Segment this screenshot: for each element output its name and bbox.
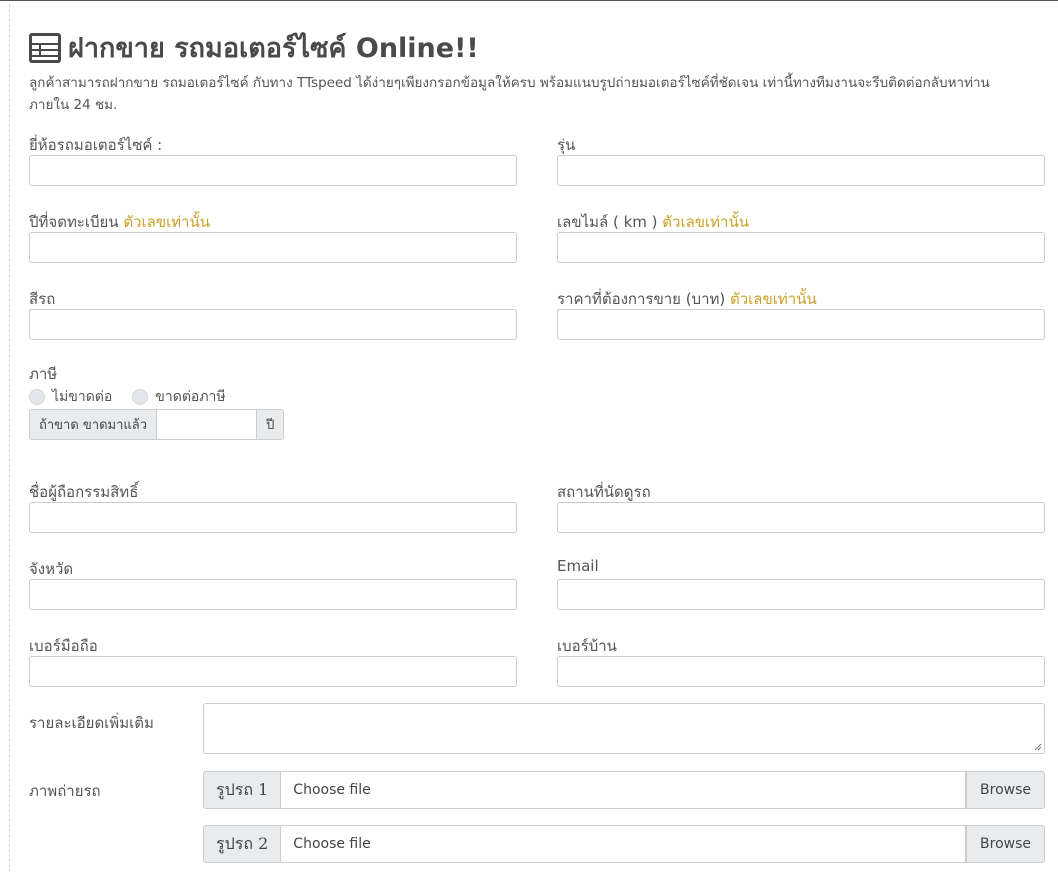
intro-line-1: ลูกค้าสามารถฝากขาย รถมอเตอร์ไซค์ กับทาง … — [29, 75, 990, 91]
price-input[interactable] — [557, 309, 1045, 340]
tax-lapsed-years-group: ถ้าขาด ขาดมาแล้ว ปี — [29, 409, 285, 440]
tax-lapsed-radio[interactable] — [132, 389, 149, 405]
left-dashed-guide — [9, 4, 10, 872]
tax-lapsed-label: ขาดต่อภาษี — [155, 389, 226, 405]
province-input[interactable] — [29, 579, 517, 610]
photo-1-browse-button[interactable]: Browse — [966, 771, 1045, 809]
photo-1-file-input[interactable]: Choose file — [281, 771, 967, 809]
tax-label: ภาษี — [29, 365, 58, 383]
model-input[interactable] — [557, 155, 1045, 186]
location-input[interactable] — [557, 502, 1045, 533]
details-label: รายละเอียดเพิ่มเติม — [29, 714, 154, 732]
details-textarea[interactable] — [203, 703, 1045, 754]
color-label: สีรถ — [29, 290, 56, 308]
price-label: ราคาที่ต้องการขาย (บาท) ตัวเลขเท่านั้น — [557, 287, 817, 311]
photo-1-prefix: รูปรถ 1 — [203, 771, 282, 809]
tax-lapsed-suffix: ปี — [257, 409, 285, 440]
year-label: ปีที่จดทะเบียน ตัวเลขเท่านั้น — [29, 210, 210, 234]
photo-2-file-input[interactable]: Choose file — [281, 825, 967, 863]
mileage-input[interactable] — [557, 232, 1045, 263]
mileage-numbers-only-hint: ตัวเลขเท่านั้น — [662, 213, 749, 231]
home-phone-label: เบอร์บ้าน — [557, 637, 617, 655]
photo-2-upload: รูปรถ 2 Choose file Browse — [203, 825, 1045, 863]
photos-label: ภาพถ่ายรถ — [29, 782, 101, 800]
form-icon — [29, 32, 61, 63]
brand-label: ยี่ห้อรถมอเตอร์ไซค์ : — [29, 136, 163, 154]
color-input[interactable] — [29, 309, 517, 340]
owner-label: ชื่อผู้ถือกรรมสิทธิ์ — [29, 483, 139, 501]
price-label-text: ราคาที่ต้องการขาย (บาท) — [557, 290, 726, 308]
email-label: Email — [557, 557, 599, 575]
photo-2-browse-button[interactable]: Browse — [966, 825, 1045, 863]
model-label: รุ่น — [557, 136, 576, 154]
province-label: จังหวัด — [29, 560, 74, 578]
page-header: ฝากขาย รถมอเตอร์ไซค์ Online!! — [28, 26, 479, 69]
year-input[interactable] — [29, 232, 517, 263]
photo-2-prefix: รูปรถ 2 — [203, 825, 282, 863]
page-title: ฝากขาย รถมอเตอร์ไซค์ Online!! — [68, 33, 479, 64]
mileage-label: เลขไมล์ ( km ) ตัวเลขเท่านั้น — [557, 210, 749, 234]
tax-lapsed-years-input[interactable] — [157, 409, 258, 440]
mobile-label: เบอร์มือถือ — [29, 637, 98, 655]
intro-text: ลูกค้าสามารถฝากขาย รถมอเตอร์ไซค์ กับทาง … — [29, 72, 1049, 116]
year-numbers-only-hint: ตัวเลขเท่านั้น — [123, 213, 211, 231]
top-border — [0, 0, 1058, 1]
tax-paid-radio[interactable] — [29, 389, 45, 405]
brand-input[interactable] — [29, 155, 517, 186]
resize-grip-icon[interactable] — [1034, 743, 1042, 751]
location-label: สถานที่นัดดูรถ — [557, 483, 651, 501]
home-phone-input[interactable] — [557, 656, 1045, 687]
email-input[interactable] — [557, 579, 1045, 610]
mobile-input[interactable] — [29, 656, 517, 687]
year-label-text: ปีที่จดทะเบียน — [29, 213, 119, 231]
photo-1-upload: รูปรถ 1 Choose file Browse — [203, 771, 1045, 809]
tax-paid-label: ไม่ขาดต่อ — [52, 389, 113, 405]
mileage-label-text: เลขไมล์ ( km ) — [557, 213, 658, 231]
tax-lapsed-prefix: ถ้าขาด ขาดมาแล้ว — [29, 409, 158, 440]
owner-input[interactable] — [29, 502, 517, 533]
price-numbers-only-hint: ตัวเลขเท่านั้น — [730, 290, 817, 308]
tax-radio-group: ไม่ขาดต่อ ขาดต่อภาษี — [29, 386, 246, 408]
intro-line-2: ภายใน 24 ชม. — [29, 97, 118, 113]
